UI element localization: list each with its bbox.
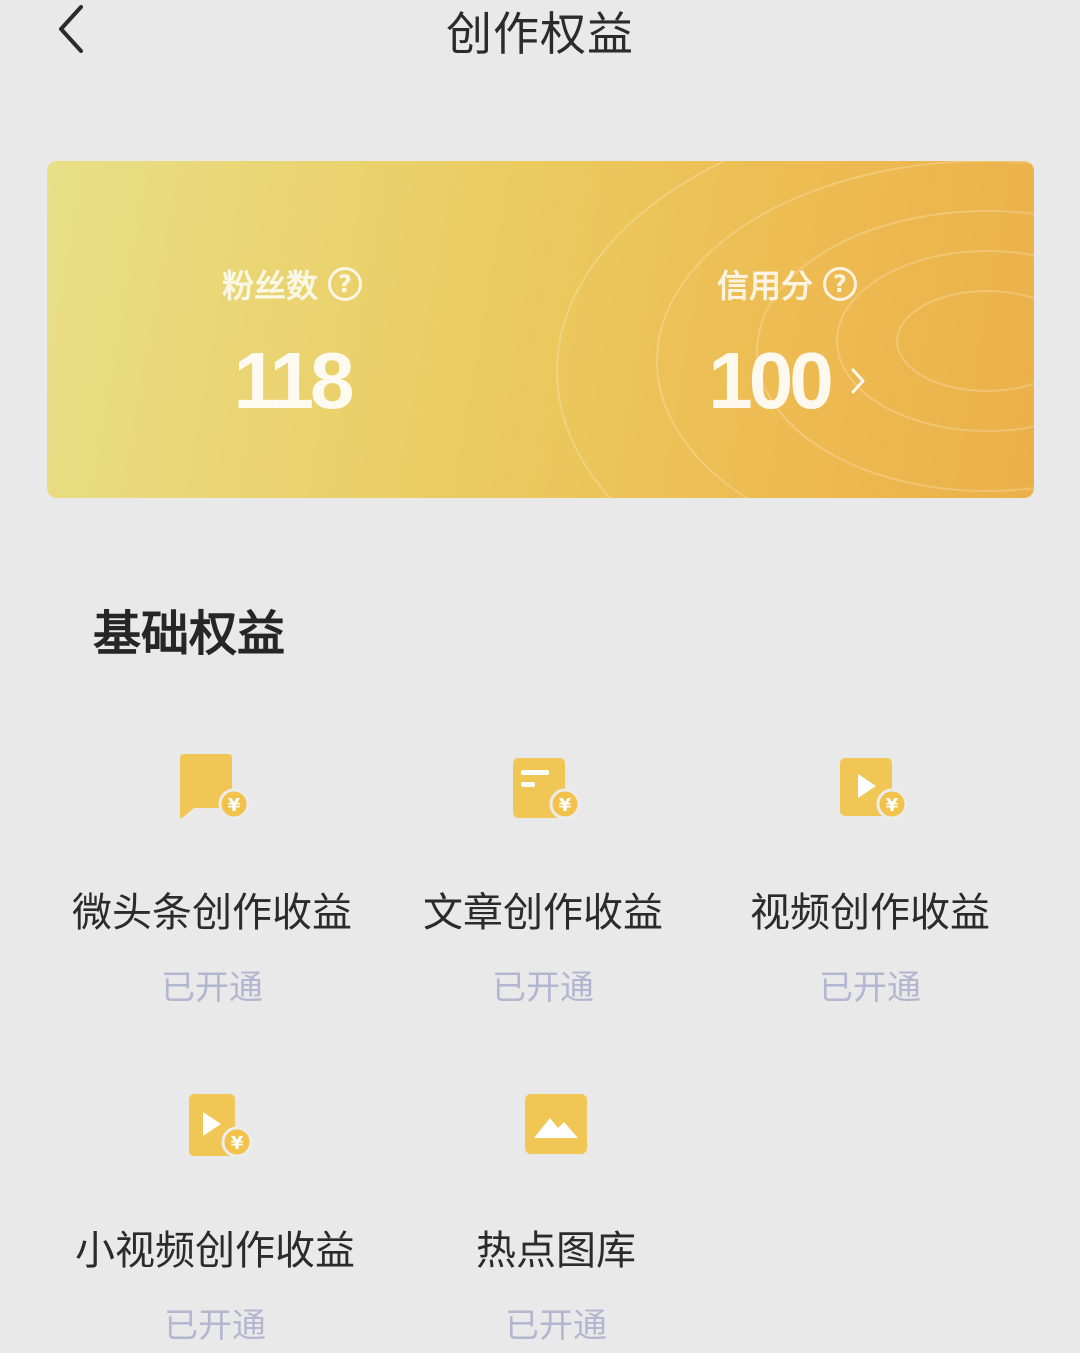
section-title: 基础权益 — [93, 606, 286, 662]
benefit-name: 文章创作收益 — [423, 890, 663, 936]
benefit-status: 已开通 — [492, 968, 594, 1008]
question-circle-icon[interactable]: ? — [328, 267, 362, 301]
svg-text:¥: ¥ — [228, 795, 241, 816]
benefit-status: 已开通 — [161, 968, 263, 1008]
svg-text:¥: ¥ — [231, 1133, 244, 1154]
benefit-item-video[interactable]: ¥ 视频创作收益 已开通 — [700, 752, 1040, 1009]
benefit-name: 视频创作收益 — [750, 890, 990, 936]
page-title: 创作权益 — [446, 7, 634, 61]
question-circle-icon[interactable]: ? — [823, 267, 857, 301]
stats-card: 粉丝数 ? 118 信用分 ? 100 — [47, 161, 1034, 498]
svg-text:¥: ¥ — [559, 795, 572, 816]
benefit-item-article[interactable]: ¥ 文章创作收益 已开通 — [373, 752, 713, 1009]
chevron-right-icon — [851, 368, 865, 394]
chat-bubble-yen-icon: ¥ — [172, 752, 252, 832]
article-yen-icon: ¥ — [503, 752, 583, 832]
svg-text:¥: ¥ — [886, 795, 899, 816]
image-gallery-icon — [516, 1090, 596, 1170]
benefit-name: 微头条创作收益 — [72, 890, 352, 936]
credit-stat[interactable]: 信用分 ? 100 — [637, 261, 937, 427]
benefit-name: 小视频创作收益 — [75, 1228, 355, 1274]
benefit-item-small-video[interactable]: ¥ 小视频创作收益 已开通 — [45, 1090, 385, 1347]
benefit-item-weitoutiao[interactable]: ¥ 微头条创作收益 已开通 — [42, 752, 382, 1009]
credit-score: 100 — [708, 336, 834, 425]
benefit-status: 已开通 — [819, 968, 921, 1008]
fans-label: 粉丝数 — [221, 267, 318, 305]
benefit-status: 已开通 — [164, 1306, 266, 1346]
benefit-status: 已开通 — [505, 1306, 607, 1346]
credit-label: 信用分 — [716, 267, 813, 305]
benefit-item-image-gallery[interactable]: 热点图库 已开通 — [386, 1090, 726, 1347]
small-video-yen-icon: ¥ — [175, 1090, 255, 1170]
fans-stat: 粉丝数 ? 118 — [142, 261, 442, 427]
benefit-name: 热点图库 — [476, 1228, 636, 1274]
video-yen-icon: ¥ — [830, 752, 910, 832]
fans-count: 118 — [233, 336, 354, 425]
nav-bar: 创作权益 — [0, 0, 1080, 61]
